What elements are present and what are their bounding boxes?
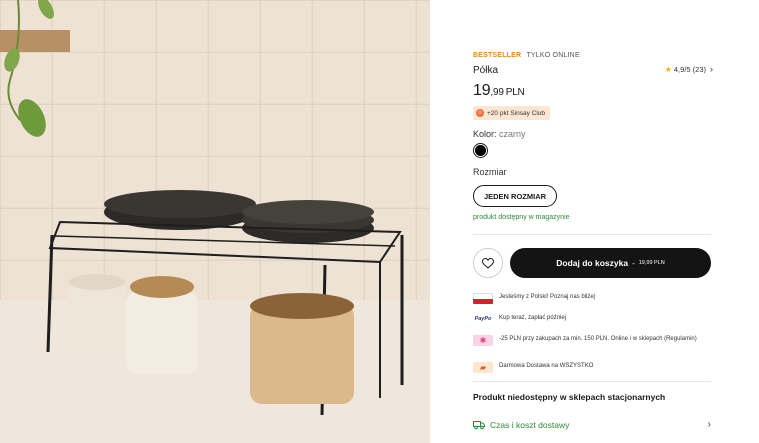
- flag-icon: [473, 293, 493, 304]
- info-row-poland[interactable]: Jesteśmy z Polski! Poznaj nas bliżej: [473, 293, 713, 304]
- add-to-cart-separator: -: [632, 258, 635, 268]
- paypo-icon: PayPo: [473, 314, 493, 325]
- delivery-info-row[interactable]: Czas i koszt dostawy ›: [473, 419, 711, 430]
- size-label: Rozmiar: [473, 167, 507, 177]
- add-to-cart-label: Dodaj do koszyka: [556, 258, 629, 268]
- info-text: Kup teraz, zapłać później: [499, 315, 567, 321]
- info-row-paypo[interactable]: PayPo Kup teraz, zapłać później: [473, 314, 713, 325]
- heart-icon: [482, 257, 494, 269]
- stock-status: produkt dostępny w magazynie: [473, 214, 570, 221]
- color-value: czarny: [499, 129, 526, 139]
- club-points-badge: ☺ +20 pkt Sinsay Club: [473, 106, 550, 120]
- product-panel: BESTSELLER TYLKO ONLINE Półka ★ 4,9/5 (2…: [473, 0, 713, 443]
- online-only-badge: TYLKO ONLINE: [526, 52, 580, 59]
- tag-icon: ✱: [473, 335, 493, 346]
- color-label-text: Kolor:: [473, 129, 497, 139]
- chevron-right-icon: ›: [710, 64, 713, 74]
- product-photo-icon: [0, 0, 430, 443]
- club-points-icon: ☺: [476, 109, 484, 117]
- product-price: 19,99 PLN: [473, 82, 525, 100]
- bestseller-badge: BESTSELLER: [473, 52, 522, 59]
- info-text: Jesteśmy z Polski! Poznaj nas bliżej: [499, 294, 596, 300]
- size-option-button[interactable]: JEDEN ROZMIAR: [473, 185, 557, 207]
- add-to-cart-price: 19,99 PLN: [638, 260, 665, 266]
- product-badges: BESTSELLER TYLKO ONLINE: [473, 52, 580, 59]
- product-title: Półka: [473, 65, 499, 76]
- club-points-label: +20 pkt Sinsay Club: [487, 109, 545, 117]
- color-label: Kolor: czarny: [473, 129, 526, 139]
- price-decimal: ,99: [490, 87, 504, 98]
- rating-value: 4,9/5 (23): [673, 64, 706, 74]
- wishlist-button[interactable]: [473, 248, 503, 278]
- info-row-discount[interactable]: ✱ -25 PLN przy zakupach za min. 150 PLN.…: [473, 335, 713, 346]
- chevron-right-icon: ›: [707, 419, 711, 430]
- divider: [473, 234, 711, 235]
- color-swatch-fill: [475, 145, 486, 156]
- delivery-label: Czas i koszt dostawy: [490, 419, 570, 430]
- store-availability: Produkt niedostępny w sklepach stacjonar…: [473, 392, 666, 402]
- product-photo[interactable]: [0, 0, 430, 443]
- info-row-delivery[interactable]: ▰ Darmowa Dostawa na WSZYSTKO: [473, 362, 713, 373]
- truck-outline-icon: [473, 420, 485, 429]
- color-swatch-black[interactable]: [473, 143, 488, 158]
- info-text: -25 PLN przy zakupach za min. 150 PLN. O…: [499, 336, 697, 342]
- add-to-cart-button[interactable]: Dodaj do koszyka - 19,99 PLN: [510, 248, 711, 278]
- truck-icon: ▰: [473, 362, 493, 373]
- divider: [473, 381, 711, 382]
- price-currency: PLN: [505, 87, 525, 98]
- star-icon: ★: [664, 64, 672, 74]
- product-rating[interactable]: ★ 4,9/5 (23) ›: [665, 64, 713, 74]
- price-integer: 19: [473, 82, 491, 99]
- info-text: Darmowa Dostawa na WSZYSTKO: [499, 363, 594, 369]
